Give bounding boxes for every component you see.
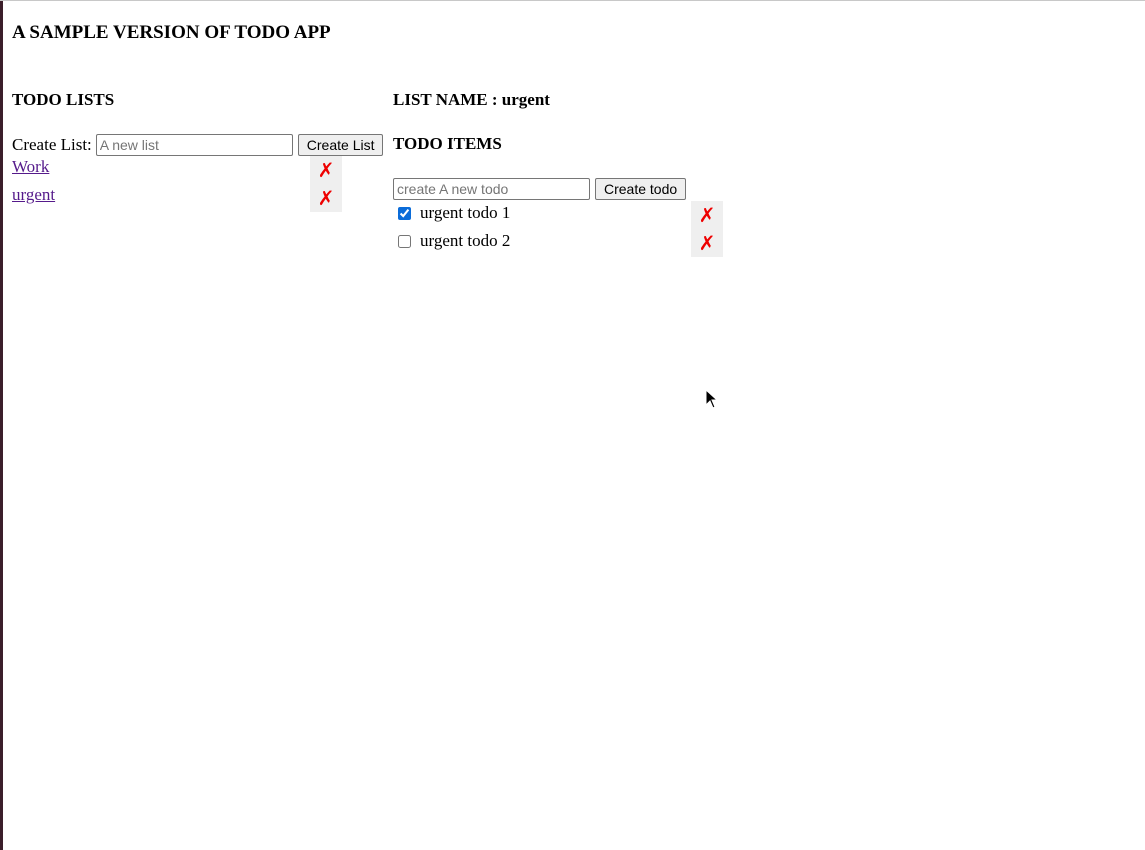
todo-item: urgent todo 1 xyxy=(393,203,510,223)
todo-lists-heading: TODO LISTS xyxy=(12,90,115,109)
todo-item-text: urgent todo 2 xyxy=(420,231,511,250)
todo-checkbox[interactable] xyxy=(398,206,411,220)
delete-todo-button[interactable]: ✗ xyxy=(691,229,723,257)
create-todo-button[interactable]: Create todo xyxy=(595,178,687,200)
todo-item-text: urgent todo 1 xyxy=(420,203,511,222)
list-link-work[interactable]: Work xyxy=(12,157,49,177)
delete-list-urgent-button[interactable]: ✗ xyxy=(310,184,342,212)
delete-x-icon: ✗ xyxy=(698,231,716,255)
delete-x-icon: ✗ xyxy=(317,158,335,182)
todo-item: urgent todo 2 xyxy=(393,231,510,251)
window-edge xyxy=(0,1,3,850)
create-list-button[interactable]: Create List xyxy=(297,134,384,156)
create-list-label: Create List: xyxy=(12,135,92,154)
todo-checkbox[interactable] xyxy=(398,234,411,248)
delete-todo-button[interactable]: ✗ xyxy=(691,201,723,229)
delete-x-icon: ✗ xyxy=(317,186,335,210)
delete-x-icon: ✗ xyxy=(698,203,716,227)
todo-items-heading: TODO ITEMS xyxy=(393,134,502,153)
create-list-form: Create List: Create List xyxy=(12,134,384,156)
page-title: A SAMPLE VERSION OF TODO APP xyxy=(12,22,331,43)
create-todo-form: Create todo xyxy=(393,178,687,200)
list-name-heading: LIST NAME : urgent xyxy=(393,90,550,109)
new-todo-input[interactable] xyxy=(393,178,590,200)
delete-list-work-button[interactable]: ✗ xyxy=(310,156,342,184)
list-link-urgent[interactable]: urgent xyxy=(12,185,55,205)
mouse-pointer-icon xyxy=(705,389,719,409)
browser-viewport: A SAMPLE VERSION OF TODO APP TODO LISTS … xyxy=(0,0,1145,850)
new-list-input[interactable] xyxy=(95,134,293,156)
